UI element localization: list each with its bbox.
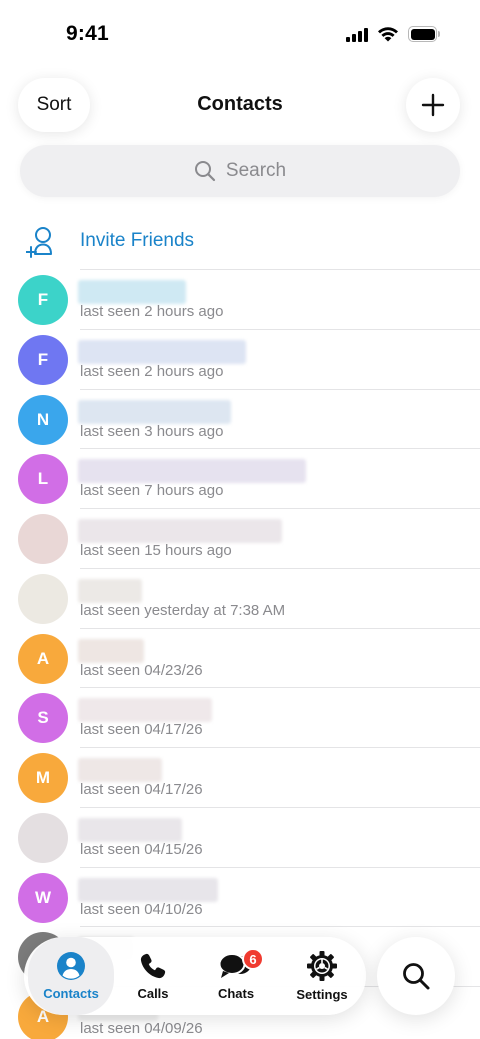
status-time: 9:41 [66,22,109,45]
contact-name-redacted [78,399,231,424]
contact-row[interactable]: Mlast seen 04/17/26 [0,748,480,808]
wifi-icon [378,27,398,42]
contact-name-redacted [78,877,218,902]
gear-icon [307,951,337,981]
contact-row[interactable]: Alast seen 04/23/26 [0,629,480,689]
add-contact-button[interactable] [406,78,460,132]
contact-name-redacted [78,280,186,304]
contact-name-redacted [78,459,306,484]
last-seen-status: last seen 04/17/26 [80,781,203,798]
search-placeholder: Search [225,160,287,181]
tab-label: Contacts [43,986,99,1001]
contact-row[interactable]: Flast seen 2 hours ago [0,330,480,390]
avatar: F [18,275,68,325]
last-seen-status: last seen 04/09/26 [80,1020,203,1037]
invite-friends-row[interactable]: Invite Friends [0,218,480,270]
nav-header: Sort Contacts [0,74,480,136]
contact-row[interactable]: last seen yesterday at 7:38 AM [0,569,480,629]
search-icon [194,161,215,182]
contact-row[interactable]: Llast seen 7 hours ago [0,449,480,509]
avatar: F [18,334,68,385]
phone-icon [140,953,166,979]
contact-name-redacted [78,578,142,603]
avatar: S [18,693,68,744]
avatar [18,514,68,564]
status-bar: 9:41 [0,0,480,62]
tab-calls[interactable]: Calls [116,937,190,1015]
avatar: W [18,872,68,923]
invite-friends-label: Invite Friends [80,230,195,251]
contact-row[interactable]: last seen 15 hours ago [0,509,480,569]
last-seen-status: last seen 04/10/26 [80,900,203,918]
last-seen-status: last seen 3 hours ago [80,422,224,440]
tab-label: Calls [137,986,169,1001]
status-icons [346,26,440,42]
avatar: N [18,394,68,445]
unread-badge: 6 [242,948,264,970]
last-seen-status: last seen 15 hours ago [80,542,232,559]
tab-bar: Contacts Calls Chats 6 Settings [24,937,366,1015]
last-seen-status: last seen 04/23/26 [80,661,203,679]
contacts-list: Flast seen 2 hours ago Flast seen 2 hours… [0,270,480,1039]
contact-row[interactable]: Slast seen 04/17/26 [0,688,480,748]
avatar [18,573,68,624]
contact-row[interactable]: Nlast seen 3 hours ago [0,390,480,450]
last-seen-status: last seen 2 hours ago [80,303,224,320]
last-seen-status: last seen yesterday at 7:38 AM [80,601,286,619]
search-input[interactable]: Search [20,145,460,197]
last-seen-status: last seen 04/17/26 [80,721,203,739]
contact-name-redacted [78,339,246,364]
last-seen-status: last seen 04/15/26 [80,840,203,858]
tab-settings[interactable]: Settings [280,937,364,1015]
avatar: L [18,454,68,505]
plus-icon [421,93,445,117]
last-seen-status: last seen 2 hours ago [80,362,224,380]
contact-name-redacted [78,698,212,723]
avatar [18,812,68,863]
tab-label: Chats [217,986,255,1001]
contact-name-redacted [78,519,282,543]
tab-contacts[interactable]: Contacts [28,937,114,1015]
contact-row[interactable]: Wlast seen 04/10/26 [0,868,480,928]
contact-name-redacted [78,638,144,663]
tab-label: Settings [296,987,348,1002]
last-seen-status: last seen 7 hours ago [80,482,224,500]
contact-row[interactable]: last seen 04/15/26 [0,808,480,868]
avatar: M [18,753,68,803]
tab-chats[interactable]: Chats 6 [194,937,278,1015]
battery-icon [408,26,440,42]
search-button[interactable] [377,937,455,1015]
person-circle-icon [57,952,85,980]
add-person-icon [26,227,52,258]
contact-name-redacted [78,817,182,842]
contact-name-redacted [78,758,162,782]
avatar: A [18,633,68,684]
cellular-signal-icon [346,27,368,42]
contact-row[interactable]: Flast seen 2 hours ago [0,270,480,330]
search-icon [403,963,430,990]
